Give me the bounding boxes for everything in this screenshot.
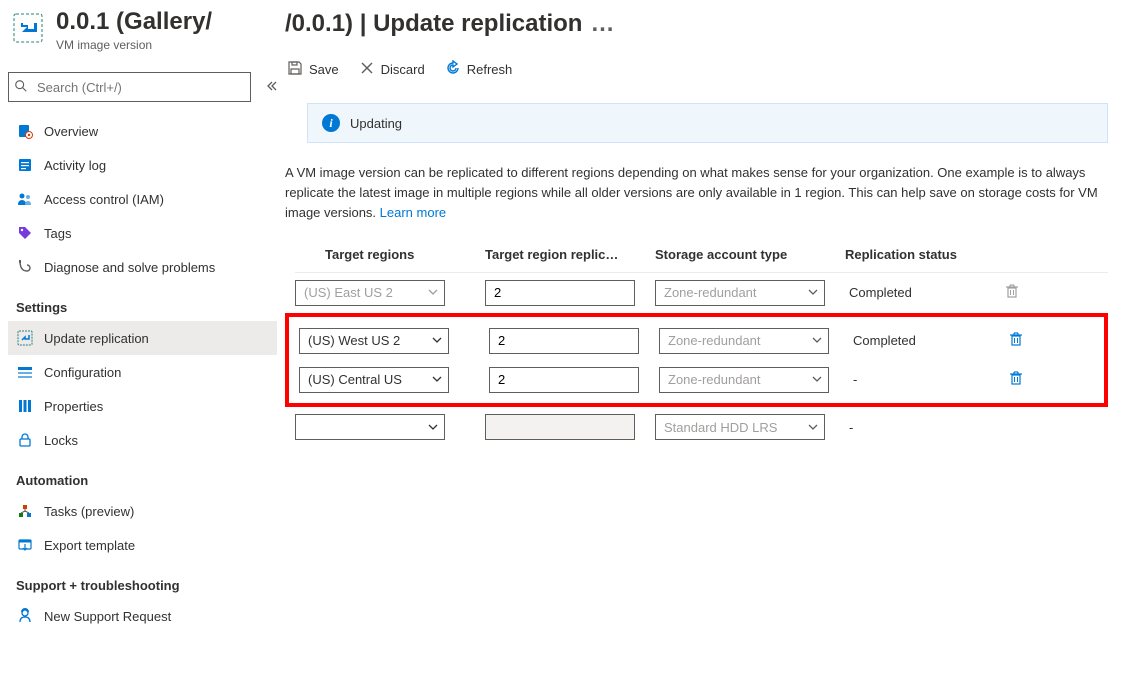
table-row: Standard HDD LRS - [295, 408, 1108, 446]
sidebar-item-activity-log[interactable]: Activity log [8, 148, 277, 182]
chevron-down-icon [432, 372, 442, 387]
col-storage: Storage account type [655, 247, 845, 262]
status-text: Updating [350, 116, 402, 131]
sidebar-label: Activity log [44, 158, 106, 173]
search-input[interactable] [8, 72, 251, 102]
sidebar-label: Properties [44, 399, 103, 414]
description: A VM image version can be replicated to … [285, 163, 1108, 223]
sidebar-label: Export template [44, 538, 135, 553]
sidebar-label: Tasks (preview) [44, 504, 134, 519]
replication-status: Completed [845, 285, 1000, 300]
status-banner: i Updating [307, 103, 1108, 143]
sidebar-item-diagnose[interactable]: Diagnose and solve problems [8, 250, 277, 284]
replication-table: Target regions Target region replic… Sto… [285, 241, 1108, 446]
sidebar-item-export-template[interactable]: Export template [8, 528, 277, 562]
chevron-down-icon [808, 420, 818, 435]
replica-count-input [485, 414, 635, 440]
chevron-down-icon [432, 333, 442, 348]
export-template-icon [16, 536, 34, 554]
delete-row-button[interactable] [1004, 366, 1028, 393]
command-bar: Save Discard Refresh [285, 46, 1108, 103]
sidebar-item-update-replication[interactable]: Update replication [8, 321, 277, 355]
refresh-icon [445, 60, 461, 79]
sidebar-item-access-control[interactable]: Access control (IAM) [8, 182, 277, 216]
col-replicas: Target region replic… [485, 247, 655, 262]
storage-type-select[interactable]: Standard HDD LRS [655, 414, 825, 440]
delete-row-button [1000, 279, 1024, 306]
discard-icon [359, 60, 375, 79]
learn-more-link[interactable]: Learn more [380, 205, 446, 220]
section-settings: Settings [16, 300, 277, 315]
table-row: (US) East US 2 Zone-redundant Completed [295, 273, 1108, 312]
section-automation: Automation [16, 473, 277, 488]
tasks-icon [16, 502, 34, 520]
delete-row-button[interactable] [1004, 327, 1028, 354]
sidebar-item-locks[interactable]: Locks [8, 423, 277, 457]
search-icon [14, 79, 28, 96]
chevron-down-icon [428, 285, 438, 300]
chevron-down-icon [808, 285, 818, 300]
storage-type-select[interactable]: Zone-redundant [659, 328, 829, 354]
tags-icon [16, 224, 34, 242]
sidebar-item-new-support-request[interactable]: New Support Request [8, 599, 277, 633]
region-select: (US) East US 2 [295, 280, 445, 306]
storage-type-select[interactable]: Zone-redundant [659, 367, 829, 393]
sidebar-label: Update replication [44, 331, 149, 346]
chevron-down-icon [812, 372, 822, 387]
locks-icon [16, 431, 34, 449]
discard-button[interactable]: Discard [357, 56, 427, 83]
page-title-right: /0.0.1) | Update replication… [285, 10, 1108, 38]
sidebar-label: New Support Request [44, 609, 171, 624]
update-replication-icon [16, 329, 34, 347]
activity-log-icon [16, 156, 34, 174]
sidebar-label: Locks [44, 433, 78, 448]
table-row: (US) Central US Zone-redundant - [299, 360, 1094, 399]
page-subtitle: VM image version [56, 38, 212, 52]
page-title-left: 0.0.1 (Gallery/ [56, 8, 212, 36]
sidebar-item-overview[interactable]: Overview [8, 114, 277, 148]
highlighted-rows: (US) West US 2 Zone-redundant Completed [285, 313, 1108, 407]
replica-count-input[interactable] [489, 328, 639, 354]
replica-count-input[interactable] [485, 280, 635, 306]
region-select[interactable]: (US) West US 2 [299, 328, 449, 354]
resource-icon [12, 12, 44, 44]
collapse-sidebar-icon[interactable] [265, 80, 277, 95]
support-icon [16, 607, 34, 625]
more-actions-button[interactable]: … [590, 10, 616, 37]
sidebar-label: Tags [44, 226, 71, 241]
replica-count-input[interactable] [489, 367, 639, 393]
sidebar-label: Overview [44, 124, 98, 139]
sidebar-label: Configuration [44, 365, 121, 380]
col-status: Replication status [845, 247, 1000, 262]
search-box[interactable] [8, 72, 251, 102]
sidebar-item-tags[interactable]: Tags [8, 216, 277, 250]
chevron-down-icon [428, 420, 438, 435]
properties-icon [16, 397, 34, 415]
refresh-button[interactable]: Refresh [443, 56, 515, 83]
sidebar-label: Diagnose and solve problems [44, 260, 215, 275]
overview-icon [16, 122, 34, 140]
chevron-down-icon [812, 333, 822, 348]
sidebar-item-configuration[interactable]: Configuration [8, 355, 277, 389]
section-support: Support + troubleshooting [16, 578, 277, 593]
replication-status: - [845, 420, 1000, 435]
table-row: (US) West US 2 Zone-redundant Completed [299, 321, 1094, 360]
access-control-icon [16, 190, 34, 208]
region-select[interactable]: (US) Central US [299, 367, 449, 393]
configuration-icon [16, 363, 34, 381]
replication-status: Completed [849, 333, 1004, 348]
region-select[interactable] [295, 414, 445, 440]
save-icon [287, 60, 303, 79]
sidebar-label: Access control (IAM) [44, 192, 164, 207]
col-target-regions: Target regions [295, 247, 485, 262]
diagnose-icon [16, 258, 34, 276]
info-icon: i [322, 114, 340, 132]
sidebar-item-tasks[interactable]: Tasks (preview) [8, 494, 277, 528]
storage-type-select[interactable]: Zone-redundant [655, 280, 825, 306]
sidebar-item-properties[interactable]: Properties [8, 389, 277, 423]
replication-status: - [849, 372, 1004, 387]
save-button[interactable]: Save [285, 56, 341, 83]
